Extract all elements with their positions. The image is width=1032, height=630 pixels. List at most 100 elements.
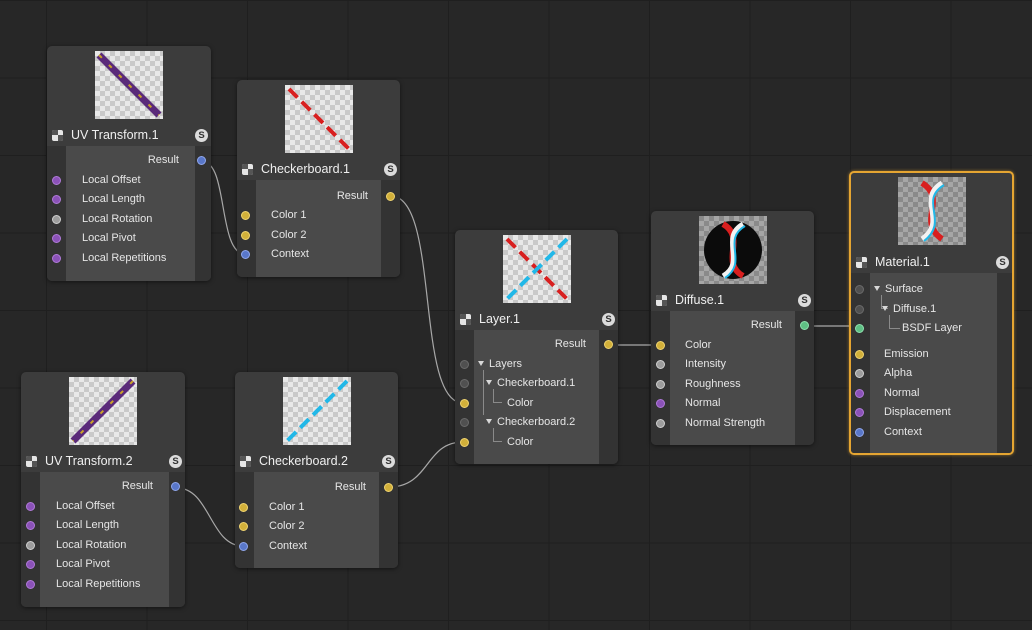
input-port[interactable]: [855, 408, 864, 417]
result-port[interactable]: [604, 340, 613, 349]
input-port[interactable]: [52, 195, 61, 204]
input-label: Color 1: [269, 501, 305, 513]
input-port[interactable]: [855, 285, 864, 294]
node-preview: [95, 51, 163, 119]
result-port[interactable]: [384, 483, 393, 492]
solo-s-icon[interactable]: S: [798, 293, 811, 307]
checker-node-icon: [656, 294, 667, 306]
input-port[interactable]: [26, 521, 35, 530]
checker-node-icon: [52, 129, 63, 141]
checker-node-icon: [460, 313, 471, 325]
node-layer-1[interactable]: Layer.1 S Result Layers Checkerboard.1 C…: [455, 230, 618, 464]
input-port[interactable]: [656, 341, 665, 350]
input-port[interactable]: [241, 231, 250, 240]
node-title: UV Transform.1: [71, 128, 159, 142]
input-port[interactable]: [52, 254, 61, 263]
layer-item-checkerboard-1[interactable]: Checkerboard.1: [486, 377, 575, 389]
checker-node-icon: [26, 455, 37, 467]
node-header[interactable]: Material.1 S: [851, 252, 1012, 272]
result-port[interactable]: [171, 482, 180, 491]
input-port[interactable]: [460, 379, 469, 388]
input-label: Local Length: [56, 519, 119, 531]
node-checkerboard-2[interactable]: Checkerboard.2 S Result Color 1 Color 2 …: [235, 372, 398, 568]
triangle-down-icon[interactable]: [486, 419, 492, 424]
input-label: Local Length: [82, 193, 145, 205]
input-port[interactable]: [52, 176, 61, 185]
input-port[interactable]: [239, 522, 248, 531]
input-port[interactable]: [239, 542, 248, 551]
node-uv-transform-2[interactable]: UV Transform.2 S Result Local Offset Loc…: [21, 372, 185, 607]
surface-label: Surface: [885, 283, 923, 295]
node-header[interactable]: UV Transform.2 S: [21, 451, 185, 471]
node-diffuse-1[interactable]: Diffuse.1 S Result Color Intensity Rough…: [651, 211, 814, 445]
solo-s-icon[interactable]: S: [382, 454, 395, 468]
input-port[interactable]: [52, 215, 61, 224]
input-port[interactable]: [26, 541, 35, 550]
solo-s-icon[interactable]: S: [384, 162, 397, 176]
layers-label: Layers: [489, 358, 523, 370]
result-label: Result: [334, 481, 366, 493]
layer-item-checkerboard-2[interactable]: Checkerboard.2: [486, 416, 575, 428]
solo-s-icon[interactable]: S: [169, 454, 182, 468]
triangle-down-icon[interactable]: [882, 306, 888, 311]
input-port[interactable]: [241, 211, 250, 220]
input-port[interactable]: [460, 418, 469, 427]
input-label: Displacement: [884, 406, 951, 418]
input-port[interactable]: [656, 419, 665, 428]
node-header[interactable]: Layer.1 S: [455, 309, 618, 329]
solo-s-icon[interactable]: S: [195, 128, 208, 142]
solo-s-icon[interactable]: S: [602, 312, 615, 326]
input-label: Color: [507, 436, 534, 448]
input-label: Roughness: [685, 378, 741, 390]
triangle-down-icon[interactable]: [874, 286, 880, 291]
input-port[interactable]: [656, 360, 665, 369]
input-port[interactable]: [26, 580, 35, 589]
input-port[interactable]: [239, 503, 248, 512]
triangle-down-icon[interactable]: [478, 361, 484, 366]
bsdf-label: BSDF Layer: [902, 322, 962, 334]
input-port[interactable]: [855, 389, 864, 398]
input-label: Local Offset: [82, 174, 141, 186]
input-label: Context: [269, 540, 307, 552]
result-port[interactable]: [197, 156, 206, 165]
node-header[interactable]: Diffuse.1 S: [651, 290, 814, 310]
layers-group[interactable]: Layers: [478, 358, 522, 370]
input-port[interactable]: [460, 360, 469, 369]
node-header[interactable]: Checkerboard.2 S: [235, 451, 398, 471]
input-port[interactable]: [460, 399, 469, 408]
input-label: Color: [685, 339, 712, 351]
input-port[interactable]: [460, 438, 469, 447]
result-label: Result: [147, 154, 179, 166]
input-label: Context: [271, 248, 309, 260]
checker-node-icon: [242, 163, 253, 175]
layer-label: Checkerboard.2: [497, 416, 576, 428]
input-port[interactable]: [855, 350, 864, 359]
input-port[interactable]: [855, 428, 864, 437]
node-preview: [698, 216, 767, 284]
node-preview: [282, 377, 351, 445]
input-port[interactable]: [26, 560, 35, 569]
triangle-down-icon[interactable]: [486, 380, 492, 385]
result-label: Result: [554, 338, 586, 350]
input-port[interactable]: [656, 380, 665, 389]
node-material-1[interactable]: Material.1 S Surface Diffuse.1 BSDF Laye…: [849, 171, 1014, 455]
diffuse-group[interactable]: Diffuse.1: [882, 303, 936, 315]
input-port[interactable]: [855, 305, 864, 314]
input-port[interactable]: [656, 399, 665, 408]
result-port[interactable]: [800, 321, 809, 330]
checker-node-icon: [856, 256, 867, 268]
result-port[interactable]: [386, 192, 395, 201]
node-header[interactable]: Checkerboard.1 S: [237, 159, 400, 179]
solo-s-icon[interactable]: S: [996, 255, 1009, 269]
node-header[interactable]: UV Transform.1 S: [47, 125, 211, 145]
node-checkerboard-1[interactable]: Checkerboard.1 S Result Color 1 Color 2 …: [237, 80, 400, 277]
input-label: Local Rotation: [56, 539, 127, 551]
result-label: Result: [121, 480, 153, 492]
bsdf-port[interactable]: [855, 324, 864, 333]
surface-group[interactable]: Surface: [874, 283, 923, 295]
input-port[interactable]: [855, 369, 864, 378]
node-uv-transform-1[interactable]: UV Transform.1 S Result Local Offset Loc…: [47, 46, 211, 281]
input-port[interactable]: [26, 502, 35, 511]
input-port[interactable]: [52, 234, 61, 243]
input-port[interactable]: [241, 250, 250, 259]
